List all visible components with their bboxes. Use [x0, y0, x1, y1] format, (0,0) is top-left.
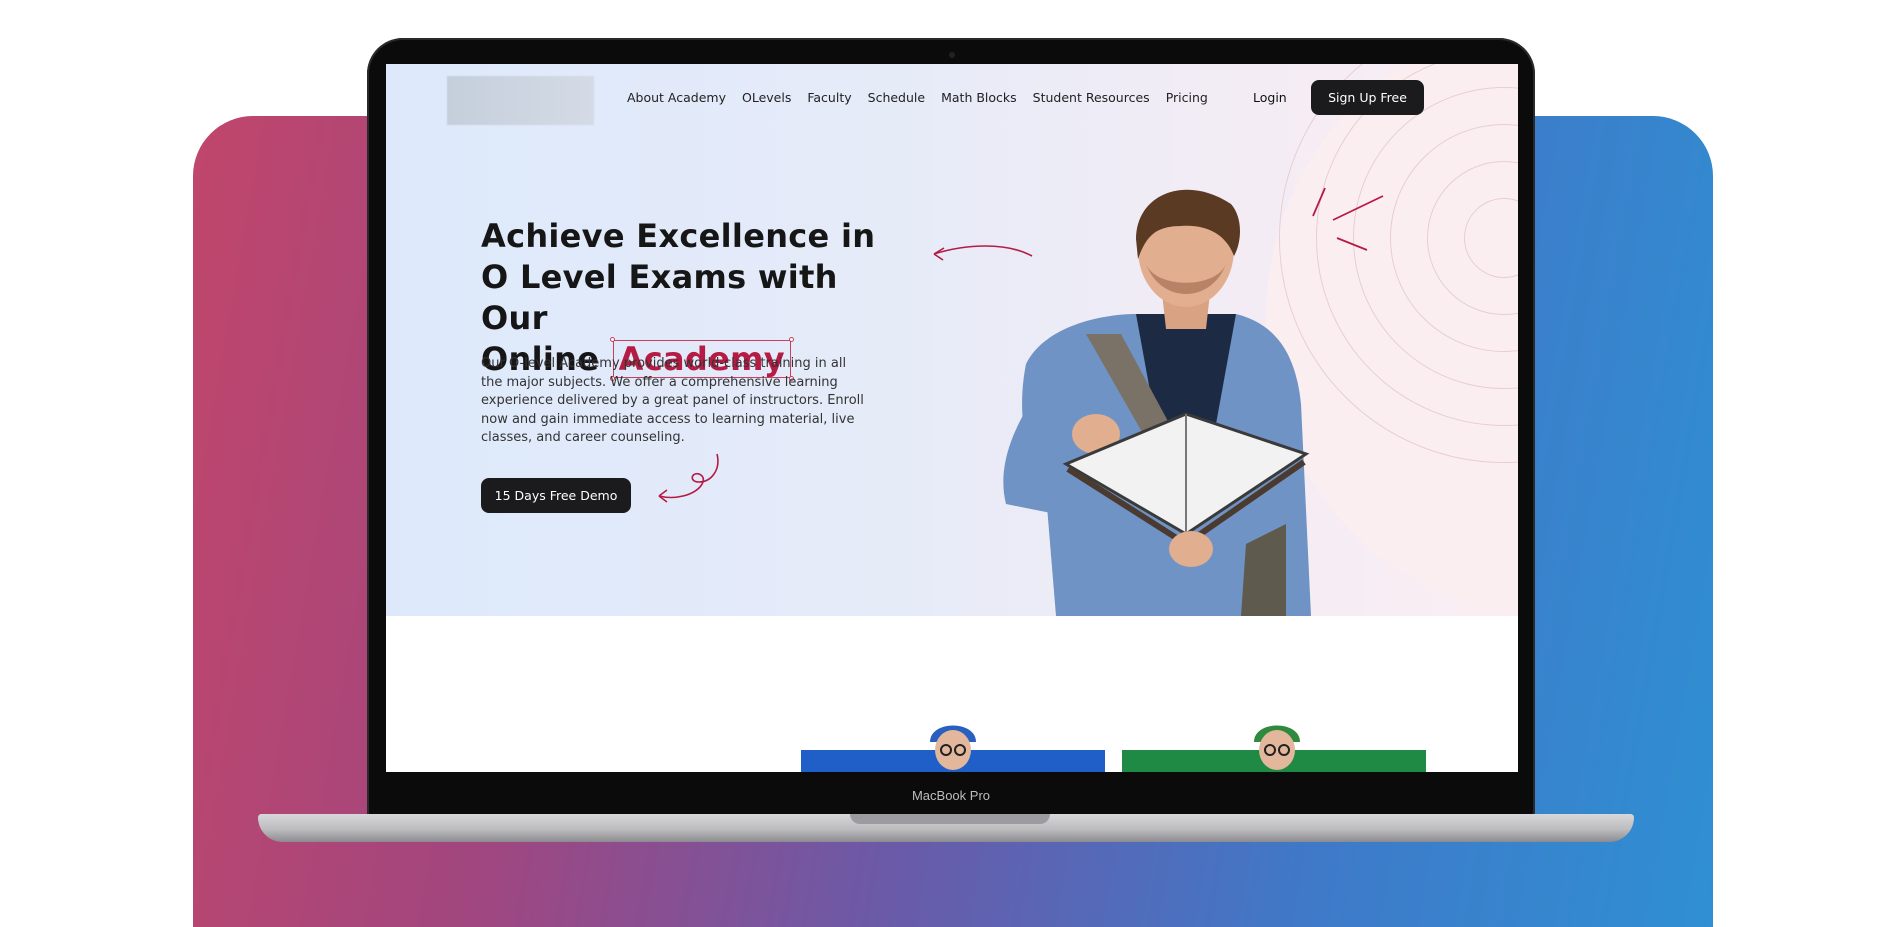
- nav-item-about-academy[interactable]: About Academy: [627, 90, 726, 105]
- nav-item-student-resources[interactable]: Student Resources: [1033, 90, 1150, 105]
- login-link[interactable]: Login: [1253, 90, 1287, 105]
- device-label: MacBook Pro: [911, 788, 991, 803]
- logo-placeholder[interactable]: [447, 76, 594, 125]
- headline-line-1: Achieve Excellence in: [481, 217, 876, 255]
- main-nav: About Academy OLevels Faculty Schedule M…: [627, 90, 1224, 105]
- hero-section: About Academy OLevels Faculty Schedule M…: [386, 64, 1518, 616]
- headline-line-2: O Level Exams with Our: [481, 258, 838, 337]
- swirl-arrow-icon: [658, 453, 719, 503]
- hero-description: Our O-level Academy provides world-class…: [481, 356, 864, 445]
- laptop-base: [258, 814, 1634, 842]
- selection-handle: [788, 337, 794, 342]
- student-reading-image: [1003, 189, 1311, 616]
- tutor-avatar-blue: [930, 725, 976, 770]
- nav-item-schedule[interactable]: Schedule: [868, 90, 925, 105]
- nav-item-olevels[interactable]: OLevels: [742, 90, 791, 105]
- laptop-notch: [850, 814, 1050, 824]
- nav-item-faculty[interactable]: Faculty: [807, 90, 851, 105]
- free-demo-button[interactable]: 15 Days Free Demo: [481, 478, 631, 513]
- selection-handle: [609, 337, 615, 342]
- signup-button[interactable]: Sign Up Free: [1311, 80, 1424, 115]
- nav-item-pricing[interactable]: Pricing: [1166, 90, 1208, 105]
- nav-item-math-blocks[interactable]: Math Blocks: [941, 90, 1017, 105]
- tutor-avatar-green: [1254, 725, 1300, 770]
- camera-icon: [949, 52, 955, 58]
- browser-viewport: About Academy OLevels Faculty Schedule M…: [386, 64, 1518, 772]
